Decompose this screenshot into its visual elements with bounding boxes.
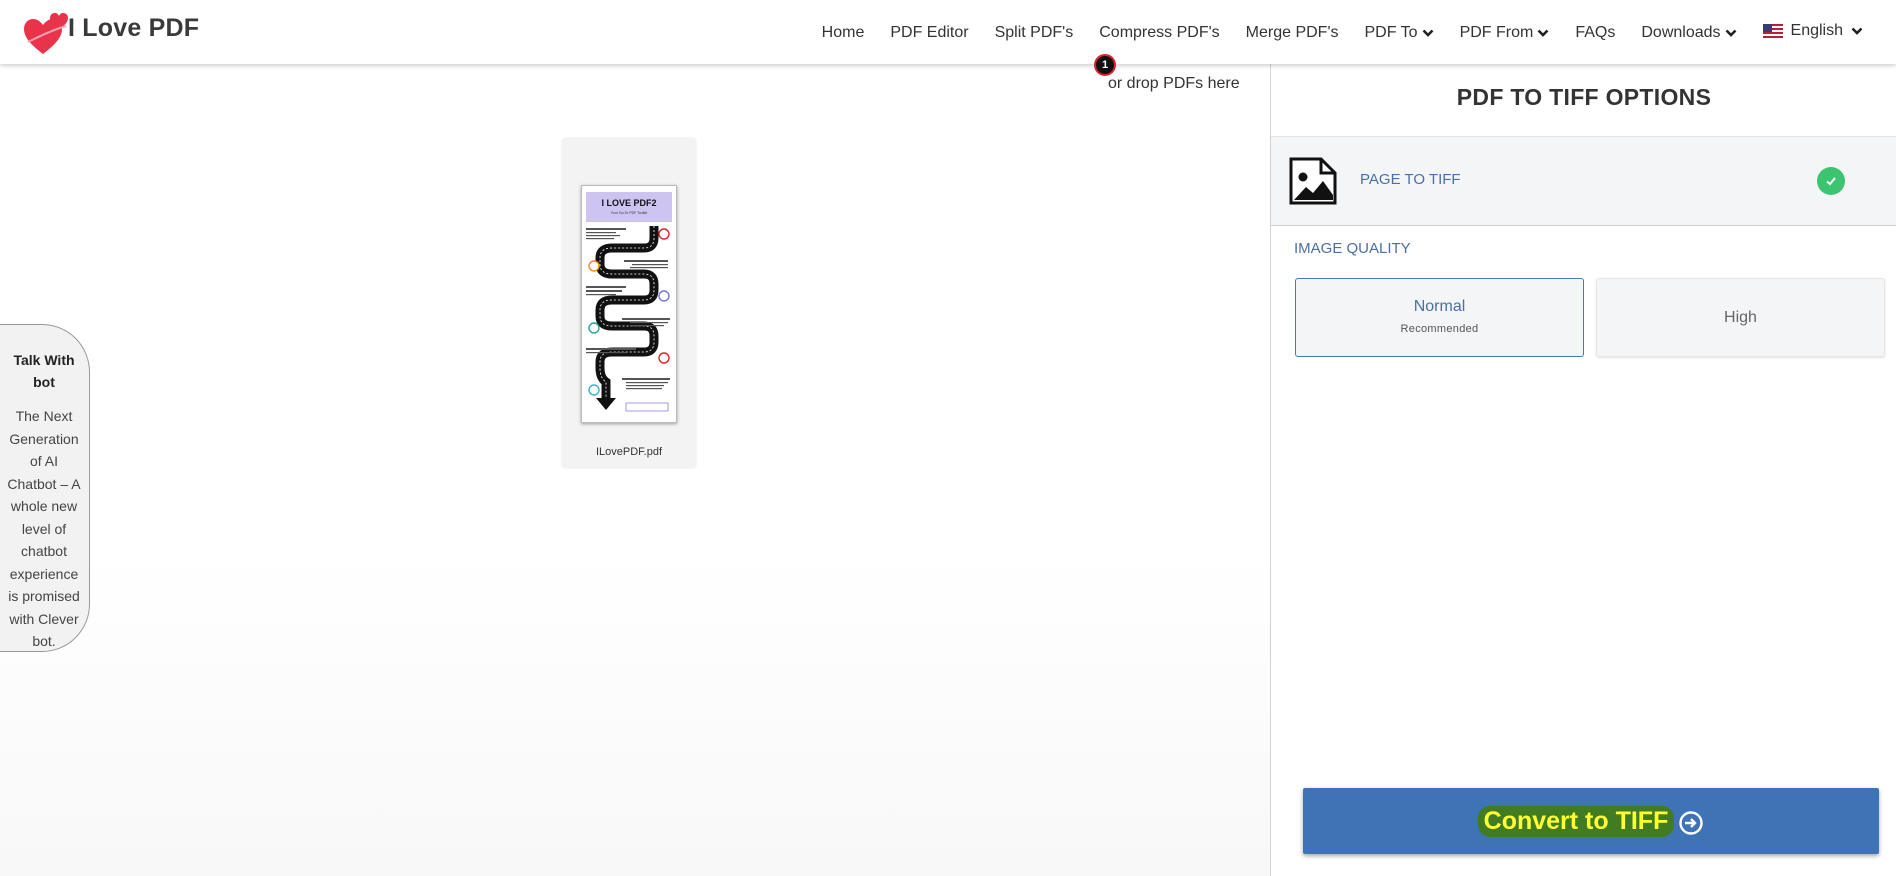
chatbot-description: The Next Generation of AI Chatbot – A wh… bbox=[7, 408, 81, 649]
option-label: PAGE TO TIFF bbox=[1360, 171, 1461, 188]
nav-pdf-to-label: PDF To bbox=[1364, 24, 1418, 41]
us-flag-icon bbox=[1762, 24, 1783, 38]
nav-pdf-editor[interactable]: PDF Editor bbox=[890, 0, 968, 64]
chatbot-title: Talk With bot bbox=[13, 352, 75, 390]
quality-normal-option[interactable]: Normal Recommended bbox=[1295, 278, 1584, 357]
quality-high-option[interactable]: High bbox=[1596, 278, 1885, 357]
file-count-badge: 1 bbox=[1094, 54, 1116, 76]
nav-pdf-to-dropdown[interactable]: PDF To bbox=[1365, 0, 1434, 64]
heart-logo-icon bbox=[24, 13, 68, 54]
main-nav: Home PDF Editor Split PDF's Compress PDF… bbox=[809, 0, 1876, 64]
convert-button-label: Convert to TIFF bbox=[1477, 805, 1675, 837]
nav-pdf-from-dropdown[interactable]: PDF From bbox=[1460, 0, 1550, 64]
chevron-down-icon bbox=[1725, 29, 1736, 37]
nav-downloads-label: Downloads bbox=[1641, 24, 1721, 41]
nav-merge-pdfs[interactable]: Merge PDF's bbox=[1246, 0, 1339, 64]
thumb-subtitle: Your Go-To PDF Toolkit bbox=[611, 211, 647, 215]
image-quality-label: IMAGE QUALITY bbox=[1294, 240, 1411, 257]
chevron-down-icon bbox=[1537, 29, 1549, 37]
thumb-title: I LOVE PDF2 bbox=[601, 198, 656, 208]
file-workspace[interactable]: I LOVE PDF2 Your Go-To PDF Toolkit ILove… bbox=[0, 54, 1270, 876]
pdf-file-card[interactable]: I LOVE PDF2 Your Go-To PDF Toolkit ILove… bbox=[562, 138, 696, 468]
nav-merge-pdfs-label: Merge PDF's bbox=[1245, 24, 1339, 41]
drop-zone-text[interactable]: or drop PDFs here bbox=[1108, 75, 1240, 93]
chevron-down-icon bbox=[1851, 27, 1863, 35]
language-label: English bbox=[1790, 22, 1843, 39]
convert-to-tiff-button[interactable]: Convert to TIFF bbox=[1303, 788, 1879, 854]
pdf-preview-image: I LOVE PDF2 Your Go-To PDF Toolkit bbox=[586, 192, 672, 412]
nav-split-pdfs-label: Split PDF's bbox=[994, 24, 1074, 41]
header: I Love PDF Home PDF Editor Split PDF's C… bbox=[0, 0, 1896, 64]
chatbot-widget[interactable]: Talk With bot The Next Generation of AI … bbox=[0, 324, 90, 652]
image-file-icon bbox=[1289, 157, 1337, 205]
quality-normal-title: Normal bbox=[1413, 298, 1466, 315]
page-to-tiff-option[interactable]: PAGE TO TIFF bbox=[1271, 136, 1896, 226]
nav-downloads-dropdown[interactable]: Downloads bbox=[1641, 0, 1736, 64]
pdf-thumbnail: I LOVE PDF2 Your Go-To PDF Toolkit bbox=[581, 185, 677, 423]
nav-split-pdfs[interactable]: Split PDF's bbox=[995, 0, 1074, 64]
logo-text: I Love PDF bbox=[68, 14, 200, 42]
site-logo[interactable]: I Love PDF bbox=[22, 8, 199, 56]
quality-high-title: High bbox=[1724, 309, 1757, 326]
nav-compress-pdfs[interactable]: Compress PDF's bbox=[1099, 0, 1219, 64]
nav-compress-pdfs-label: Compress PDF's bbox=[1099, 24, 1220, 41]
arrow-circle-right-icon bbox=[1679, 810, 1704, 835]
chevron-down-icon bbox=[1422, 29, 1433, 37]
quality-normal-subtitle: Recommended bbox=[1400, 323, 1479, 335]
file-name: ILovePDF.pdf bbox=[595, 446, 663, 458]
nav-faqs[interactable]: FAQs bbox=[1575, 0, 1615, 64]
nav-home[interactable]: Home bbox=[822, 0, 865, 64]
panel-title: PDF TO TIFF OPTIONS bbox=[1456, 84, 1712, 110]
options-panel: PDF TO TIFF OPTIONS PAGE TO TIFF IMAGE Q… bbox=[1270, 64, 1896, 876]
nav-home-label: Home bbox=[821, 24, 865, 41]
check-icon bbox=[1817, 167, 1845, 195]
nav-faqs-label: FAQs bbox=[1575, 24, 1616, 41]
nav-pdf-editor-label: PDF Editor bbox=[890, 24, 969, 41]
language-selector[interactable]: English bbox=[1762, 0, 1863, 62]
nav-pdf-from-label: PDF From bbox=[1459, 24, 1534, 41]
